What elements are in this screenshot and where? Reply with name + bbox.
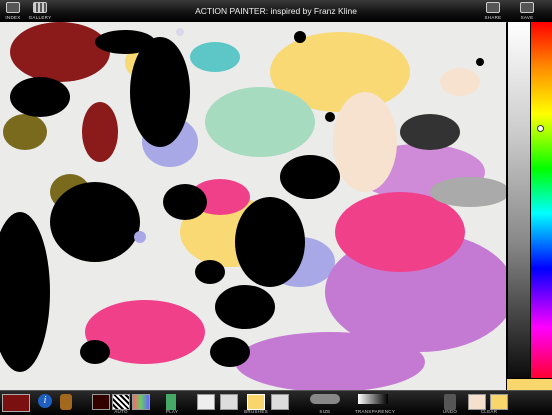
bottom-toolbar: i AUTO PLAY BRUSHES SIZE TRANSPARENCY UN… — [0, 390, 552, 415]
size-label: SIZE — [319, 409, 331, 414]
share-icon — [486, 2, 500, 13]
auto-swatch-3[interactable] — [132, 394, 150, 410]
play-label: PLAY — [165, 409, 179, 414]
undo-label: UNDO — [442, 409, 458, 414]
save-label: SAVE — [520, 15, 534, 20]
auto-label: AUTO — [114, 409, 128, 414]
play-icon[interactable] — [166, 394, 176, 410]
background-color-swatch[interactable] — [468, 394, 486, 410]
brushes-label: BRUSHES — [244, 409, 268, 414]
hue-strip[interactable] — [531, 22, 552, 390]
clear-button[interactable] — [490, 394, 508, 410]
top-toolbar: INDEX GALLERY ACTION PAINTER: inspired b… — [0, 0, 552, 23]
save-button[interactable]: SAVE — [514, 2, 540, 22]
clear-label: CLEAR — [480, 409, 498, 414]
brush-4-icon[interactable] — [271, 394, 289, 410]
auto-swatch-1[interactable] — [92, 394, 110, 410]
painting-artwork — [0, 22, 506, 390]
save-icon — [520, 2, 534, 13]
app-title: ACTION PAINTER: inspired by Franz Kline — [195, 6, 357, 16]
hand-icon[interactable] — [60, 394, 72, 410]
transparency-slider[interactable] — [358, 394, 388, 404]
brush-3-icon[interactable] — [247, 394, 265, 410]
brush-2-icon[interactable] — [220, 394, 238, 410]
brush-1-icon[interactable] — [197, 394, 215, 410]
undo-icon[interactable] — [444, 394, 456, 410]
brightness-strip[interactable] — [508, 22, 530, 390]
share-label: SHARE — [484, 15, 502, 20]
share-button[interactable]: SHARE — [480, 2, 506, 22]
info-icon[interactable]: i — [38, 394, 52, 408]
app-logo[interactable] — [2, 394, 30, 412]
auto-swatch-2[interactable] — [112, 394, 130, 410]
transparency-label: TRANSPARENCY — [354, 409, 396, 414]
color-palette[interactable] — [507, 22, 552, 390]
color-picker-marker[interactable] — [537, 125, 544, 132]
size-icon[interactable] — [310, 394, 340, 404]
painting-canvas[interactable] — [0, 22, 506, 390]
